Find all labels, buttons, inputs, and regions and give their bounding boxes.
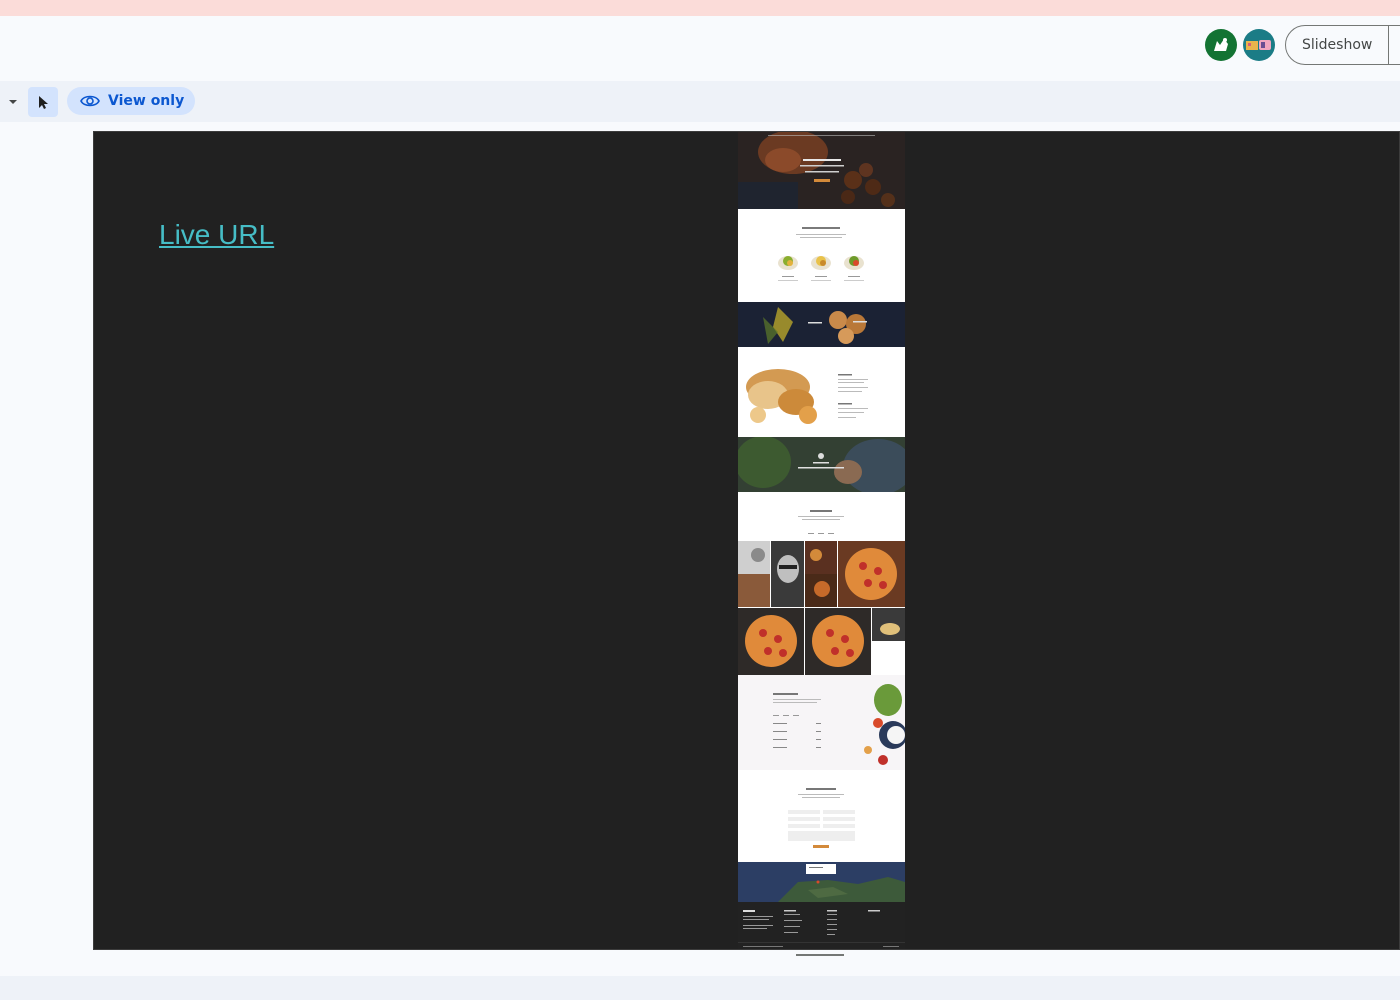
map-section [738,862,905,902]
website-screenshot [738,132,905,949]
testimonial-section [738,437,905,492]
specials-banner [738,302,905,347]
chevron-down-icon[interactable] [4,93,22,111]
user-avatar[interactable] [1205,29,1237,61]
top-banner [0,0,1400,16]
app-header: Slideshow [0,16,1400,81]
slideshow-button[interactable]: Slideshow [1285,25,1400,65]
live-url-link[interactable]: Live URL [159,219,274,251]
eye-icon [80,95,100,107]
gallery-header [738,492,905,541]
bottom-bar [0,976,1400,1000]
slide-canvas: Live URL [93,131,1400,950]
cursor-arrow-icon [39,96,48,109]
slideshow-split-divider [1388,25,1389,65]
site-footer [738,902,905,949]
view-only-chip[interactable]: View only [67,87,195,115]
select-tool-button[interactable] [28,87,58,117]
reservation-section [738,770,905,862]
about-bread-section [738,347,905,437]
featured-dishes-section [738,209,905,302]
view-only-label: View only [108,93,185,109]
filmstrip-scroll-indicator[interactable] [796,954,844,956]
hero-section [738,132,905,209]
slideshow-label: Slideshow [1302,37,1373,53]
toolbar: View only [0,81,1400,122]
gallery-grid [738,541,905,675]
menu-section [738,675,905,770]
collaborator-avatar[interactable] [1243,29,1275,61]
